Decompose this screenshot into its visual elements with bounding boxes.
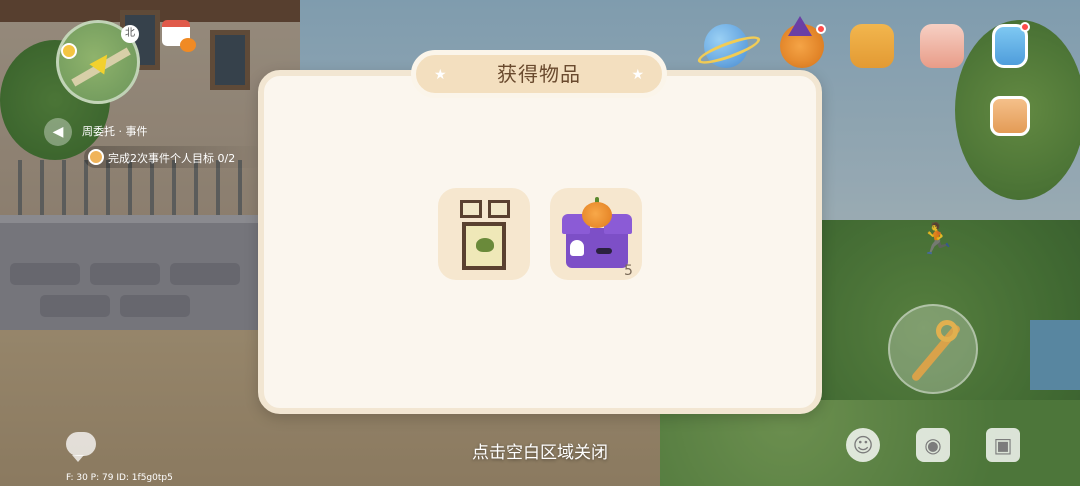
collapse-arrow-icon[interactable]: ◀	[44, 118, 72, 146]
pumpkin-icon	[180, 38, 196, 52]
basket-icon[interactable]	[920, 24, 964, 68]
north-indicator: 北	[121, 25, 139, 43]
minimap[interactable]: 北	[56, 20, 140, 104]
planet-icon[interactable]	[704, 24, 748, 68]
ghost-icon	[570, 240, 584, 256]
debug-info: F: 30 P: 79 ID: 1f5g0tp5	[66, 473, 173, 483]
bat-icon	[596, 248, 612, 254]
jump-icon[interactable]: 🏃	[918, 222, 955, 266]
star-icon: ★	[631, 67, 644, 83]
witch-hat-icon	[788, 16, 812, 36]
wand-head	[936, 320, 958, 342]
butterfly-frame-icon	[462, 222, 506, 270]
quest-icon	[88, 149, 104, 165]
action-button[interactable]	[888, 304, 978, 394]
location-pin-icon	[61, 43, 77, 59]
shop-icon[interactable]	[850, 24, 894, 68]
butterfly-icon	[476, 238, 494, 252]
dialog-title: 获得物品	[497, 62, 581, 86]
quest-objective: 完成2次事件个人目标 0/2	[108, 152, 236, 165]
small-frame	[488, 200, 510, 218]
pumpkin-icon	[582, 202, 612, 228]
backpack-icon[interactable]	[990, 96, 1030, 136]
dialog-title-tab: ★ 获得物品 ★	[411, 50, 667, 98]
item-count: 5	[624, 263, 633, 279]
notification-dot	[1020, 22, 1030, 32]
small-frame	[460, 200, 482, 218]
quest-title[interactable]: 周委托 · 事件	[82, 123, 148, 139]
notification-dot	[816, 24, 826, 34]
close-hint[interactable]: 点击空白区域关闭	[0, 438, 1080, 463]
reward-item-butterfly-frame[interactable]	[438, 188, 530, 280]
item-reward-dialog	[258, 70, 822, 414]
